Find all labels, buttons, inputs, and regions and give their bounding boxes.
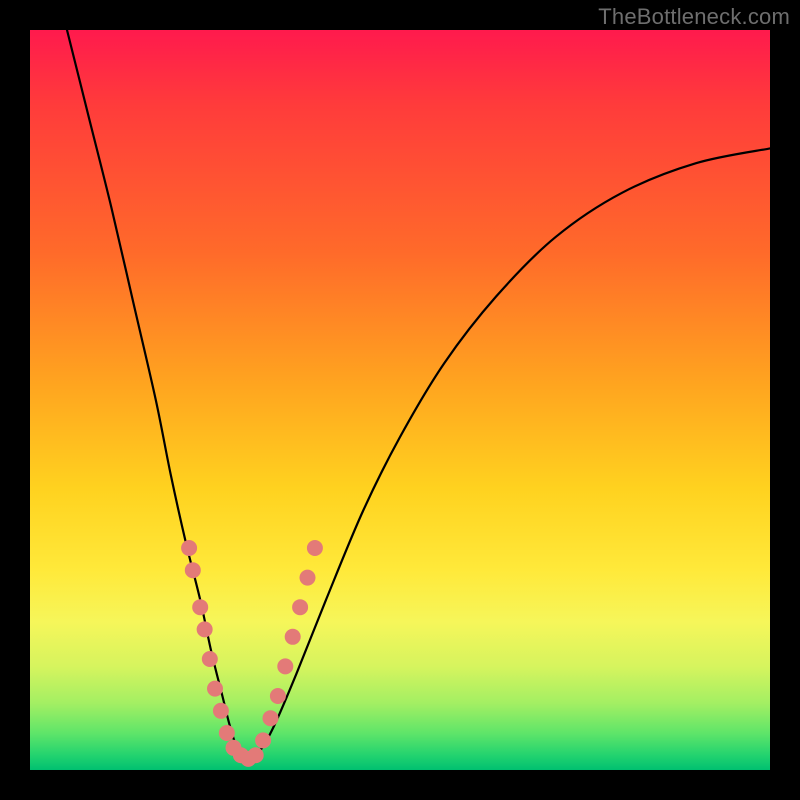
data-point (197, 621, 213, 637)
plot-area (30, 30, 770, 770)
data-point (292, 599, 308, 615)
data-point (207, 681, 223, 697)
data-point (285, 629, 301, 645)
data-point (248, 747, 264, 763)
data-point (202, 651, 218, 667)
data-point (255, 732, 271, 748)
curve-layer (30, 30, 770, 770)
data-point (219, 725, 235, 741)
data-point (307, 540, 323, 556)
data-point (192, 599, 208, 615)
bottleneck-curve (67, 30, 770, 759)
watermark-text: TheBottleneck.com (598, 4, 790, 30)
data-point (181, 540, 197, 556)
data-point (300, 570, 316, 586)
data-point (185, 562, 201, 578)
data-point (263, 710, 279, 726)
data-point (213, 703, 229, 719)
highlighted-points (181, 540, 323, 767)
data-point (277, 658, 293, 674)
chart-frame: TheBottleneck.com (0, 0, 800, 800)
data-point (270, 688, 286, 704)
